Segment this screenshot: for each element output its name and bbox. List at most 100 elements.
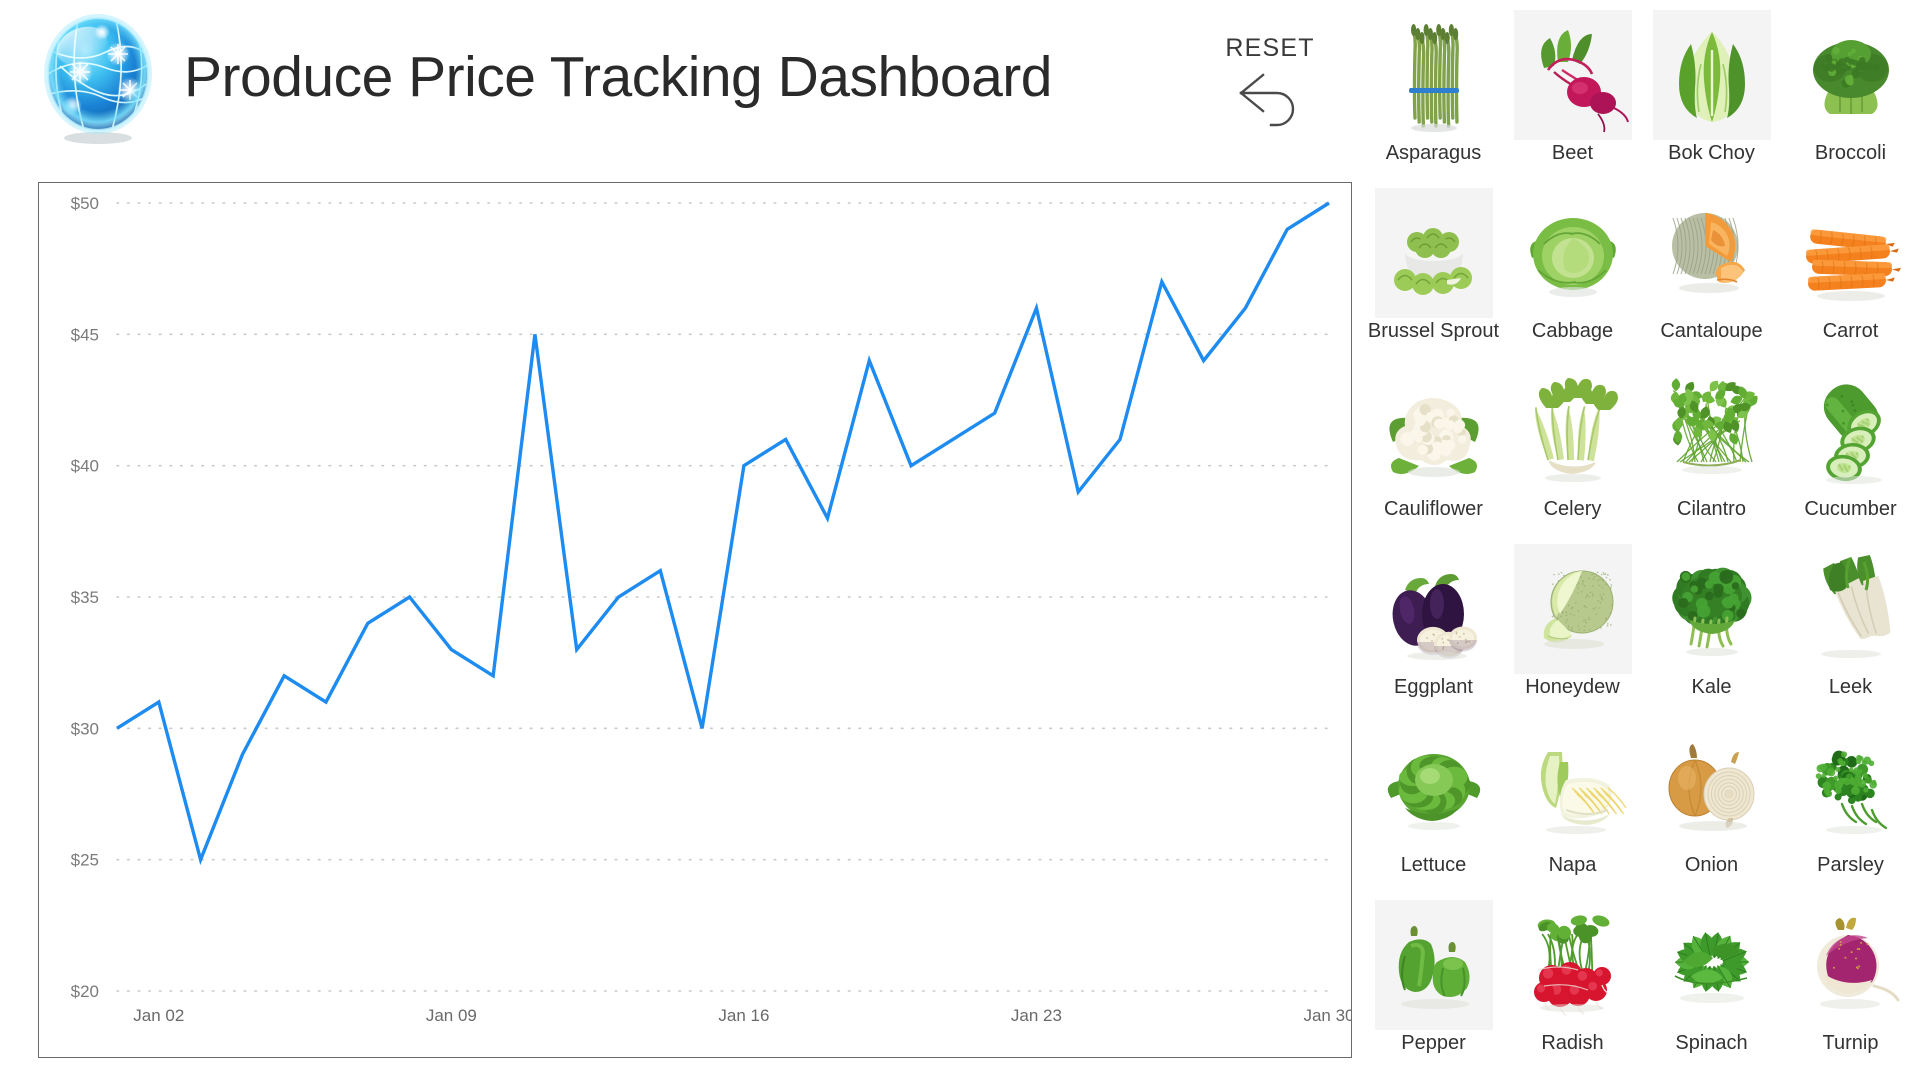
produce-item-label: Cilantro: [1677, 498, 1746, 521]
left-pane: Produce Price Tracking Dashboard RESET $…: [0, 0, 1360, 1080]
honeydew-icon[interactable]: [1514, 544, 1632, 674]
produce-item-label: Turnip: [1823, 1032, 1879, 1055]
leek-icon[interactable]: [1792, 544, 1910, 674]
cabbage-icon[interactable]: [1514, 188, 1632, 318]
produce-item-label: Napa: [1549, 854, 1597, 877]
produce-item-label: Cabbage: [1532, 320, 1613, 343]
y-tick-label: $45: [71, 325, 99, 344]
produce-item-label: Asparagus: [1386, 142, 1482, 165]
produce-item-label: Beet: [1552, 142, 1593, 165]
produce-item-label: Brussel Sprout: [1368, 320, 1499, 343]
y-tick-label: $25: [71, 851, 99, 870]
produce-item-label: Radish: [1541, 1032, 1603, 1055]
radish-icon[interactable]: [1514, 900, 1632, 1030]
dashboard-root: Produce Price Tracking Dashboard RESET $…: [0, 0, 1920, 1080]
pepper-icon[interactable]: [1375, 900, 1493, 1030]
celery-icon[interactable]: [1514, 366, 1632, 496]
produce-item-label: Onion: [1685, 854, 1738, 877]
produce-item-label: Leek: [1829, 676, 1872, 699]
reset-button[interactable]: RESET: [1215, 34, 1325, 134]
produce-item-cauliflower[interactable]: Cauliflower: [1364, 366, 1503, 544]
produce-item-bok-choy[interactable]: Bok Choy: [1642, 10, 1781, 188]
produce-selector-pane: Asparagus Beet Bok Choy Broccoli Brussel…: [1364, 10, 1920, 1075]
produce-item-label: Cucumber: [1804, 498, 1896, 521]
produce-item-turnip[interactable]: Turnip: [1781, 900, 1920, 1078]
broccoli-icon[interactable]: [1792, 10, 1910, 140]
produce-item-cucumber[interactable]: Cucumber: [1781, 366, 1920, 544]
produce-item-label: Broccoli: [1815, 142, 1886, 165]
produce-item-cantaloupe[interactable]: Cantaloupe: [1642, 188, 1781, 366]
produce-item-label: Lettuce: [1401, 854, 1467, 877]
y-tick-label: $35: [71, 588, 99, 607]
cauliflower-icon[interactable]: [1375, 366, 1493, 496]
produce-item-label: Celery: [1544, 498, 1602, 521]
produce-item-label: Honeydew: [1525, 676, 1620, 699]
produce-item-lettuce[interactable]: Lettuce: [1364, 722, 1503, 900]
x-tick-label: Jan 02: [133, 1006, 184, 1025]
y-tick-label: $20: [71, 982, 99, 1001]
produce-item-brussel-sprout[interactable]: Brussel Sprout: [1364, 188, 1503, 366]
produce-item-label: Carrot: [1823, 320, 1879, 343]
produce-item-carrot[interactable]: Carrot: [1781, 188, 1920, 366]
produce-grid: Asparagus Beet Bok Choy Broccoli Brussel…: [1364, 10, 1920, 1078]
napa-icon[interactable]: [1514, 722, 1632, 852]
x-tick-label: Jan 09: [426, 1006, 477, 1025]
beet-icon[interactable]: [1514, 10, 1632, 140]
bok-choy-icon[interactable]: [1653, 10, 1771, 140]
cantaloupe-icon[interactable]: [1653, 188, 1771, 318]
produce-item-spinach[interactable]: Spinach: [1642, 900, 1781, 1078]
y-tick-label: $50: [71, 194, 99, 213]
produce-item-label: Kale: [1691, 676, 1731, 699]
lettuce-icon[interactable]: [1375, 722, 1493, 852]
produce-item-cilantro[interactable]: Cilantro: [1642, 366, 1781, 544]
produce-item-asparagus[interactable]: Asparagus: [1364, 10, 1503, 188]
produce-item-label: Parsley: [1817, 854, 1884, 877]
produce-item-broccoli[interactable]: Broccoli: [1781, 10, 1920, 188]
carrot-icon[interactable]: [1792, 188, 1910, 318]
produce-item-label: Pepper: [1401, 1032, 1466, 1055]
undo-arrow-icon: [1233, 67, 1307, 134]
page-title: Produce Price Tracking Dashboard: [184, 44, 1052, 110]
produce-item-label: Bok Choy: [1668, 142, 1755, 165]
produce-item-label: Cantaloupe: [1660, 320, 1762, 343]
produce-item-celery[interactable]: Celery: [1503, 366, 1642, 544]
produce-item-parsley[interactable]: Parsley: [1781, 722, 1920, 900]
y-tick-label: $30: [71, 719, 99, 738]
produce-item-label: Eggplant: [1394, 676, 1473, 699]
cilantro-icon[interactable]: [1653, 366, 1771, 496]
produce-item-label: Cauliflower: [1384, 498, 1483, 521]
asparagus-icon[interactable]: [1375, 10, 1493, 140]
price-chart-panel[interactable]: $50 $45 $40 $35 $30 $25 $20 Jan 02 Jan 09 Jan 16…: [38, 182, 1352, 1058]
price-line-chart[interactable]: $50 $45 $40 $35 $30 $25 $20 Jan 02 Jan 09 Jan 16…: [39, 183, 1351, 1057]
y-tick-label: $40: [71, 457, 99, 476]
produce-item-napa[interactable]: Napa: [1503, 722, 1642, 900]
chart-series-layer: [117, 203, 1329, 860]
header: Produce Price Tracking Dashboard RESET: [0, 0, 1360, 175]
chart-line-price: [117, 203, 1329, 860]
produce-item-label: Spinach: [1675, 1032, 1747, 1055]
x-tick-label: Jan 23: [1011, 1006, 1062, 1025]
reset-button-label: RESET: [1225, 34, 1314, 63]
eggplant-icon[interactable]: [1375, 544, 1493, 674]
brussel-sprout-icon[interactable]: [1375, 188, 1493, 318]
turnip-icon[interactable]: [1792, 900, 1910, 1030]
chart-y-axis-labels: $50 $45 $40 $35 $30 $25 $20: [71, 194, 99, 1001]
chart-x-axis-labels: Jan 02 Jan 09 Jan 16 Jan 23 Jan 30: [133, 1006, 1351, 1025]
produce-item-cabbage[interactable]: Cabbage: [1503, 188, 1642, 366]
produce-item-honeydew[interactable]: Honeydew: [1503, 544, 1642, 722]
x-tick-label: Jan 30: [1303, 1006, 1351, 1025]
globe-network-icon: [32, 14, 168, 146]
x-tick-label: Jan 16: [718, 1006, 769, 1025]
produce-item-onion[interactable]: Onion: [1642, 722, 1781, 900]
kale-icon[interactable]: [1653, 544, 1771, 674]
spinach-icon[interactable]: [1653, 900, 1771, 1030]
produce-item-beet[interactable]: Beet: [1503, 10, 1642, 188]
cucumber-icon[interactable]: [1792, 366, 1910, 496]
produce-item-eggplant[interactable]: Eggplant: [1364, 544, 1503, 722]
parsley-icon[interactable]: [1792, 722, 1910, 852]
produce-item-pepper[interactable]: Pepper: [1364, 900, 1503, 1078]
produce-item-radish[interactable]: Radish: [1503, 900, 1642, 1078]
produce-item-kale[interactable]: Kale: [1642, 544, 1781, 722]
produce-item-leek[interactable]: Leek: [1781, 544, 1920, 722]
onion-icon[interactable]: [1653, 722, 1771, 852]
